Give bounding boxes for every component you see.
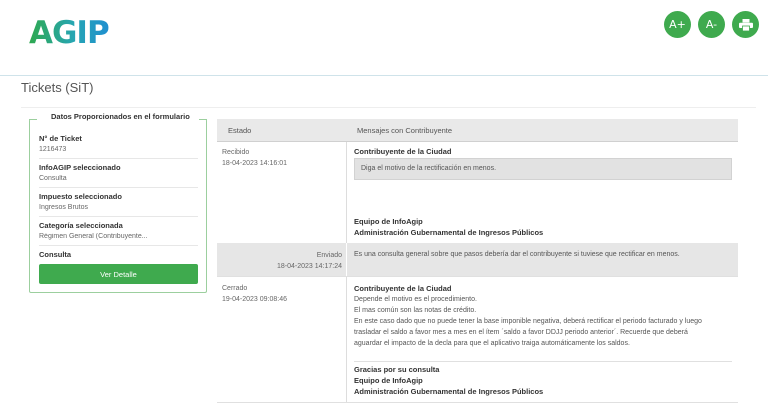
message-line: trasladar el saldo a favor mes a mes en …: [354, 329, 688, 336]
column-divider: [346, 142, 347, 243]
form-panel-legend: Datos Proporcionados en el formulario: [49, 112, 192, 121]
title-divider: [21, 107, 756, 108]
field-divider: [39, 216, 198, 217]
impuesto-value: Ingresos Brutos: [39, 204, 89, 211]
agip-logo[interactable]: AGIP: [29, 15, 110, 51]
categoria-label: Categoría seleccionada: [39, 221, 123, 230]
message-author: Contribuyente de la Ciudad: [354, 284, 452, 293]
message-line: aguardar el impacto de la decla para que…: [354, 340, 630, 347]
row-divider: [217, 276, 738, 277]
field-divider: [39, 187, 198, 188]
estado-column-header: Estado: [228, 126, 252, 135]
categoria-value: Régimen General (Contribuyente...: [39, 233, 148, 240]
page-title: Tickets (SiT): [21, 80, 94, 95]
message-line: El mas común son las notas de crédito.: [354, 307, 477, 314]
print-icon: [738, 18, 753, 31]
message-line: Depende el motivo es el procedimiento.: [354, 296, 477, 303]
message-line: En este caso dado que no puede tener la …: [354, 318, 702, 325]
signature-line: Equipo de InfoAgip: [354, 217, 423, 226]
row-timestamp: 18-04-2023 14:17:24: [277, 263, 342, 270]
message-text: Diga el motivo de la rectificación en me…: [361, 165, 497, 172]
row-timestamp: 19-04-2023 09:08:46: [222, 296, 287, 303]
column-divider: [346, 243, 347, 276]
row-state: Recibido: [222, 149, 250, 156]
mensajes-column-header: Mensajes con Contribuyente: [357, 126, 453, 135]
message-divider: [354, 361, 732, 362]
ver-detalle-button[interactable]: Ver Detalle: [39, 264, 198, 284]
header: AGIP A+ A-: [0, 0, 768, 76]
message-author: Contribuyente de la Ciudad: [354, 147, 452, 156]
message-text: Es una consulta general sobre que pasos …: [354, 251, 680, 258]
signature-line: Administración Gubernamental de Ingresos…: [354, 387, 544, 396]
field-divider: [39, 158, 198, 159]
infoagip-value: Consulta: [39, 175, 67, 182]
font-decrease-button[interactable]: A-: [698, 11, 725, 38]
ticket-number-value: 1216473: [39, 146, 67, 153]
font-increase-button[interactable]: A+: [664, 11, 691, 38]
row-divider: [217, 402, 738, 403]
row-state: Enviado: [316, 252, 342, 259]
print-button[interactable]: [732, 11, 759, 38]
row-state: Cerrado: [222, 285, 248, 292]
column-divider: [346, 276, 347, 402]
message-bubble: Diga el motivo de la rectificación en me…: [354, 158, 732, 180]
signature-line: Equipo de InfoAgip: [354, 376, 423, 385]
table-header: Estado Mensajes con Contribuyente: [217, 119, 738, 142]
infoagip-label: InfoAGIP seleccionado: [39, 163, 121, 172]
signature-line: Administración Gubernamental de Ingresos…: [354, 228, 544, 237]
row-timestamp: 18-04-2023 14:16:01: [222, 160, 287, 167]
ticket-number-label: N° de Ticket: [39, 134, 82, 143]
signature-line: Gracias por su consulta: [354, 365, 440, 374]
field-divider: [39, 245, 198, 246]
impuesto-label: Impuesto seleccionado: [39, 192, 122, 201]
consulta-label: Consulta: [39, 250, 72, 259]
